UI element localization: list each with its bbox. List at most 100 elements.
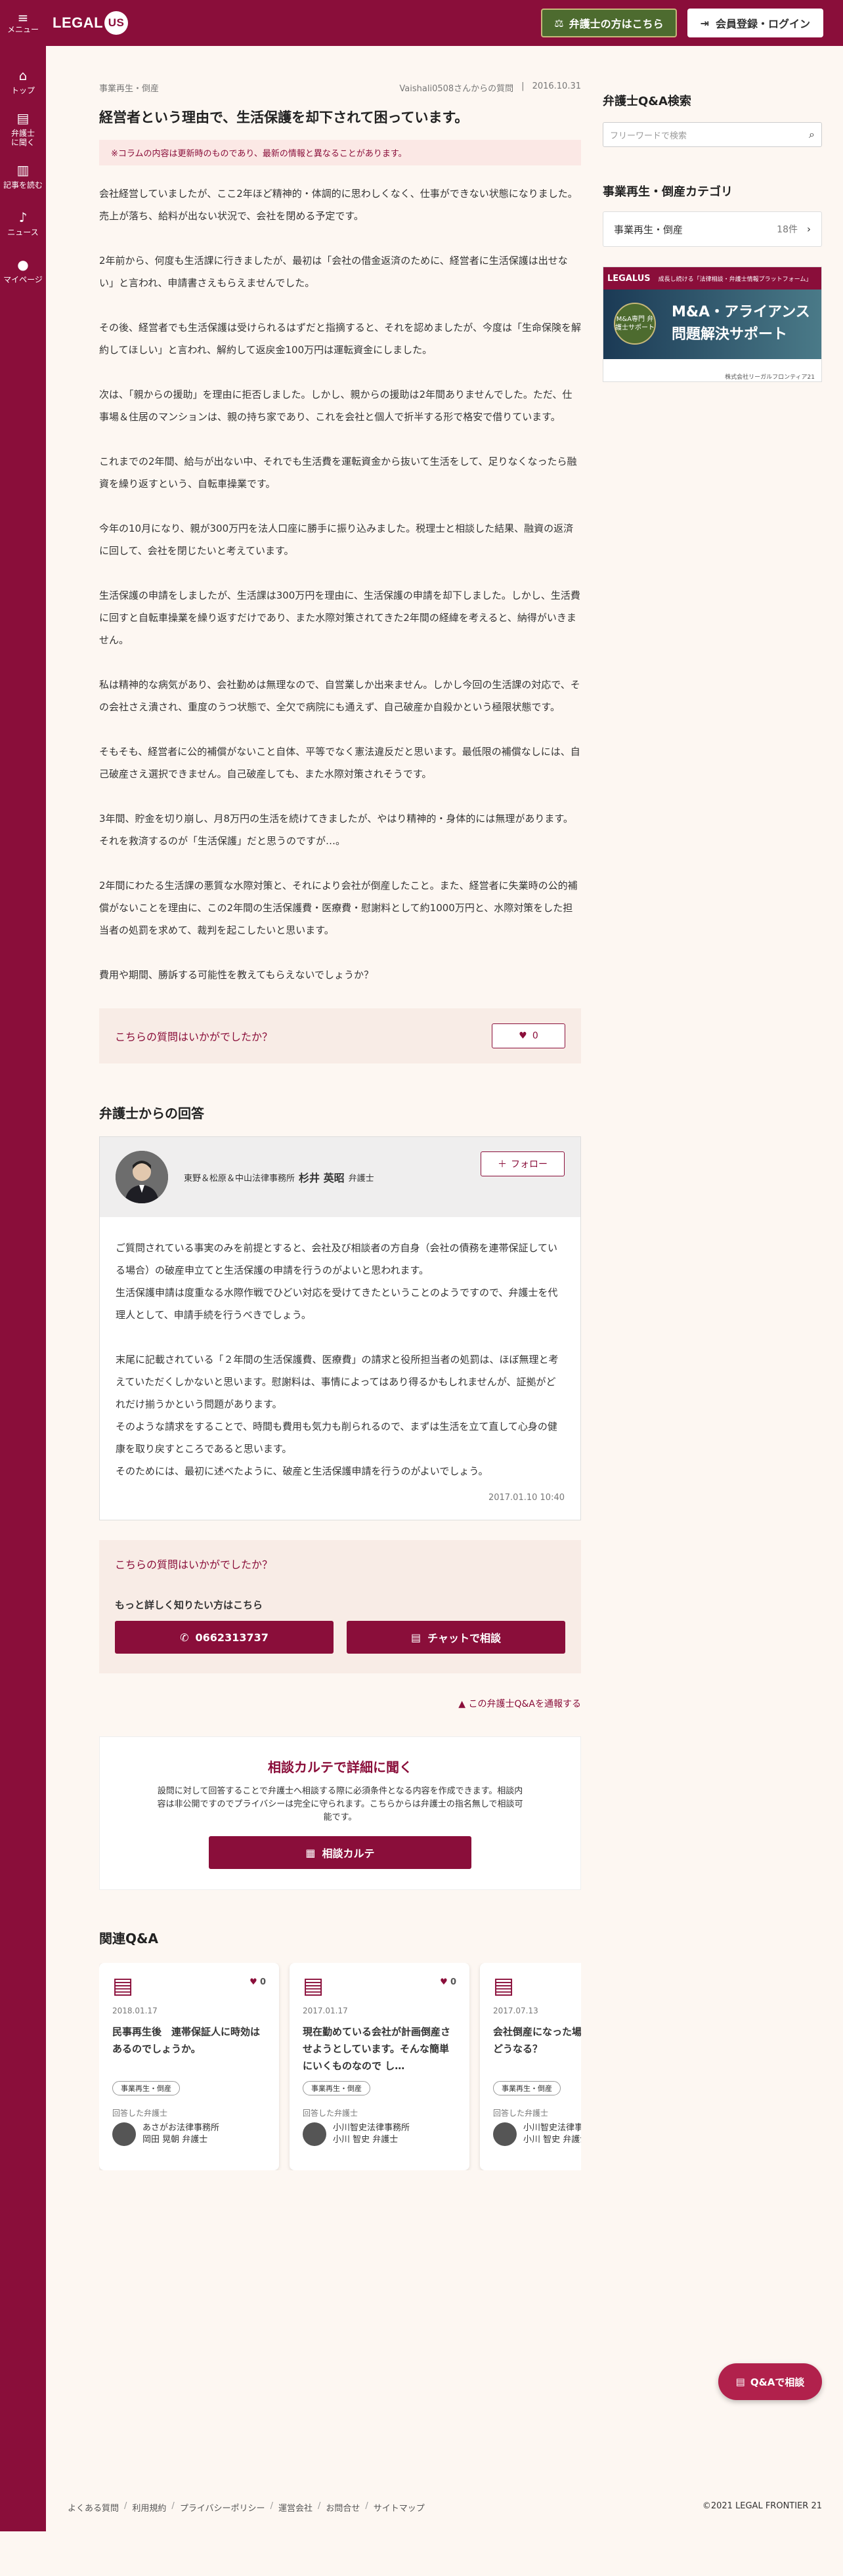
sidebar-item-top[interactable]: ⌂ トップ [0, 58, 46, 105]
related-card[interactable]: ▤ ♥ 0 2017.07.13 会社倒産になった場合、未払いはどうなる？ 事業… [480, 1963, 581, 2170]
related-date: 2017.01.17 [303, 2006, 348, 2015]
related-question-title: 会社倒産になった場合、未払いはどうなる？ [493, 2026, 581, 2055]
like-count: 0 [532, 1031, 538, 1041]
question-paragraph: 会社経営していましたが、ここ2年ほど精神的・体調的に思わしくなく、仕事ができない… [99, 188, 578, 222]
qa-consult-float-button[interactable]: ▤ Q&Aで相談 [718, 2363, 822, 2400]
karte-title: 相談カルテで詳細に聞く [268, 1759, 412, 1775]
bell-icon: ♪ [18, 209, 28, 225]
answer-body: ご質問されている事実のみを前提とすると、会社及び相談者の方自身（会社の債務を連帯… [100, 1217, 580, 1482]
lawyer-avatar[interactable] [116, 1151, 168, 1203]
follow-button[interactable]: ＋ フォロー [481, 1151, 565, 1176]
question-paragraph: 2年間にわたる生活課の悪質な水際対策と、それにより会社が倒産したこと。また、経営… [99, 880, 578, 936]
related-date: 2017.07.13 [493, 2006, 538, 2015]
question-paragraph: これまでの2年間、給与が出ない中、それでも生活費を運転資金から抜いて生活をして、… [99, 456, 577, 490]
karte-button[interactable]: ▦ 相談カルテ [209, 1836, 471, 1869]
add-person-icon: ＋ [498, 1159, 507, 1170]
related-lawyer: 岡田 晃朝 弁護士 [142, 2135, 208, 2145]
sidebar-item-mypage[interactable]: ● マイページ [0, 247, 46, 294]
question-paragraph: 次は、「親からの援助」を理由に拒否しました。しかし、親からの援助は2年間ありませ… [99, 389, 573, 423]
category-title: 事業再生・倒産カテゴリ [603, 185, 733, 199]
lawyer-name[interactable]: 杉井 英昭 [299, 1169, 345, 1185]
banner-title-2: 問題解決サポート [672, 326, 788, 343]
chat-icon: ▤ [112, 1973, 134, 1999]
category-label[interactable]: 事業再生・倒産 [99, 81, 159, 94]
footer-link[interactable]: よくある質問 [68, 2501, 119, 2514]
chat-consult-button[interactable]: ▤ チャットで相談 [347, 1621, 565, 1654]
feedback-label: こちらの質問はいかがでしたか？ [115, 1031, 273, 1043]
related-card[interactable]: ▤ ♥ 0 2017.01.17 現在勤めている会社が計画倒産させようとしていま… [290, 1963, 469, 2170]
footer-link[interactable]: 運営会社 [278, 2501, 313, 2514]
question-body: 会社経営していましたが、ここ2年ほど精神的・体調的に思わしくなく、仕事ができない… [99, 182, 581, 986]
avatar [303, 2122, 326, 2146]
heart-icon: ♥ [249, 1977, 257, 1987]
footer-link[interactable]: 利用規約 [132, 2501, 166, 2514]
banner-badge: M&A専門 弁護士サポート [614, 303, 656, 345]
question-paragraph: 生活保護の申請をしましたが、生活課は300万円を理由に、生活保護の申請を却下しま… [99, 590, 580, 646]
login-icon: ⇥ [700, 16, 709, 30]
related-question-title: 現在勤めている会社が計画倒産させようとしています。そんな簡単にいくものなので し… [303, 2026, 451, 2072]
chat-icon: ▤ [303, 1973, 324, 1999]
warning-icon: ▲ [458, 1699, 466, 1709]
login-button[interactable]: ⇥ 会員登録・ログイン [687, 9, 823, 37]
report-link[interactable]: ▲ この弁護士Q&Aを通報する [99, 1697, 581, 1710]
home-icon: ⌂ [18, 67, 28, 83]
hamburger-icon: ≡ [17, 9, 29, 26]
heart-icon: ♥ [440, 1977, 448, 1987]
calendar-icon: ▦ [305, 1846, 316, 1859]
footer-link[interactable]: お問合せ [326, 2501, 360, 2514]
sidebar-item-articles[interactable]: ▥ 記事を読む [0, 152, 46, 200]
ma-banner[interactable]: LEGALUS 成長し続ける「法律相談・弁護士情報プラットフォーム」 M&A専門… [603, 267, 822, 382]
question-paragraph: そもそも、経営者に公的補償がないこと自体、平等でなく憲法違反だと思います。最低限… [99, 746, 580, 780]
answer-paragraph [116, 1326, 565, 1348]
related-question-title: 民事再生後 連帯保証人に時効はあるのでしょうか。 [112, 2026, 261, 2055]
related-title: 関連Q&A [99, 1931, 158, 1946]
footer-link[interactable]: プライバシーポリシー [180, 2501, 265, 2514]
answered-label: 回答した弁護士 [303, 2109, 358, 2118]
chat-icon: ▤ [411, 1631, 422, 1644]
answer-card: 東野＆松原＆中山法律事務所 杉井 英昭 弁護士 ＋ フォロー ご質問されている事… [99, 1136, 581, 1520]
related-tag: 事業再生・倒産 [493, 2081, 561, 2095]
search-input[interactable]: フリーワードで検索 ⌕ [603, 122, 822, 147]
chat-icon: ▤ [735, 2376, 745, 2388]
site-logo[interactable]: LEGAL US [53, 11, 129, 35]
lawyer-office: 東野＆松原＆中山法律事務所 [184, 1173, 295, 1184]
consult-cta: こちらの質問はいかがでしたか？ もっと詳しく知りたい方はこちら ✆ 066231… [99, 1540, 581, 1673]
question-paragraph: 今年の10月になり、親が300万円を法人口座に勝手に振り込みました。税理士と相談… [99, 523, 574, 557]
related-date: 2018.01.17 [112, 2006, 158, 2015]
answer-paragraph: そのためには、最初に述べたように、破産と生活保護申請を行うのがよいでしょう。 [116, 1465, 488, 1477]
heart-icon: ♥ [519, 1031, 527, 1041]
avatar [112, 2122, 136, 2146]
lawyer-portal-button[interactable]: ⚖ 弁護士の方はこちら [541, 9, 677, 37]
sidebar-item-news[interactable]: ♪ ニュース [0, 200, 46, 247]
right-column: 弁護士Q&A検索 フリーワードで検索 ⌕ 事業再生・倒産カテゴリ 事業再生・倒産… [603, 92, 822, 382]
chat-icon: ▤ [16, 110, 30, 126]
question-paragraph: 3年間、貯金を切り崩し、月8万円の生活を続けてきましたが、やはり精神的・身体的に… [99, 813, 573, 847]
menu-label: メニュー [7, 24, 39, 34]
person-icon: ● [17, 256, 29, 272]
related-lawyer: 小川 智史 弁護士 [333, 2135, 399, 2145]
menu-button[interactable]: ≡ メニュー [0, 0, 46, 46]
sidebar-item-ask-lawyer[interactable]: ▤ 弁護士に聞く [0, 105, 46, 152]
related-qa: 関連Q&A ▤ ♥ 0 2018.01.17 民事再生後 連帯保証人に時効はある… [99, 1928, 581, 2170]
answer-paragraph: そのような請求をすることで、時間も費用も気力も削られるので、まずは生活を立て直し… [116, 1421, 557, 1455]
book-icon: ▥ [16, 161, 30, 178]
related-office: 小川智史法律事務所 [333, 2123, 410, 2133]
search-icon[interactable]: ⌕ [809, 128, 815, 141]
footer-link[interactable]: サイトマップ [374, 2501, 425, 2514]
related-lawyer: 小川 智史 弁護士 [523, 2135, 581, 2145]
category-count: 18件 [777, 225, 798, 235]
answer-paragraph: 生活保護申請は度重なる水際作戦でひどい対応を受けてきたということのようですので、… [116, 1287, 558, 1321]
banner-tagline: 成長し続ける「法律相談・弁護士情報プラットフォーム」 [658, 276, 812, 283]
related-card[interactable]: ▤ ♥ 0 2018.01.17 民事再生後 連帯保証人に時効はあるのでしょうか… [99, 1963, 279, 2170]
answered-label: 回答した弁護士 [493, 2109, 549, 2118]
karte-text: 設問に対して回答することで弁護士へ相談する際に必須条件となる内容を作成できます。… [157, 1786, 523, 1822]
banner-title-1: M&A・アライアンス [672, 304, 810, 320]
phone-button[interactable]: ✆ 0662313737 [115, 1621, 334, 1654]
answer-header: 東野＆松原＆中山法律事務所 杉井 英昭 弁護士 ＋ フォロー [100, 1137, 580, 1217]
banner-logo: LEGALUS [607, 273, 651, 284]
main-content: 事業再生・倒産 Vaishali0508さんからの質問 | 2016.10.31… [99, 81, 581, 2170]
related-carousel: ▤ ♥ 0 2018.01.17 民事再生後 連帯保証人に時効はあるのでしょうか… [99, 1963, 581, 2170]
category-item[interactable]: 事業再生・倒産 18件 › [603, 211, 822, 247]
like-button[interactable]: ♥ 0 [492, 1023, 565, 1048]
related-like: ♥ 0 [249, 1977, 266, 1987]
